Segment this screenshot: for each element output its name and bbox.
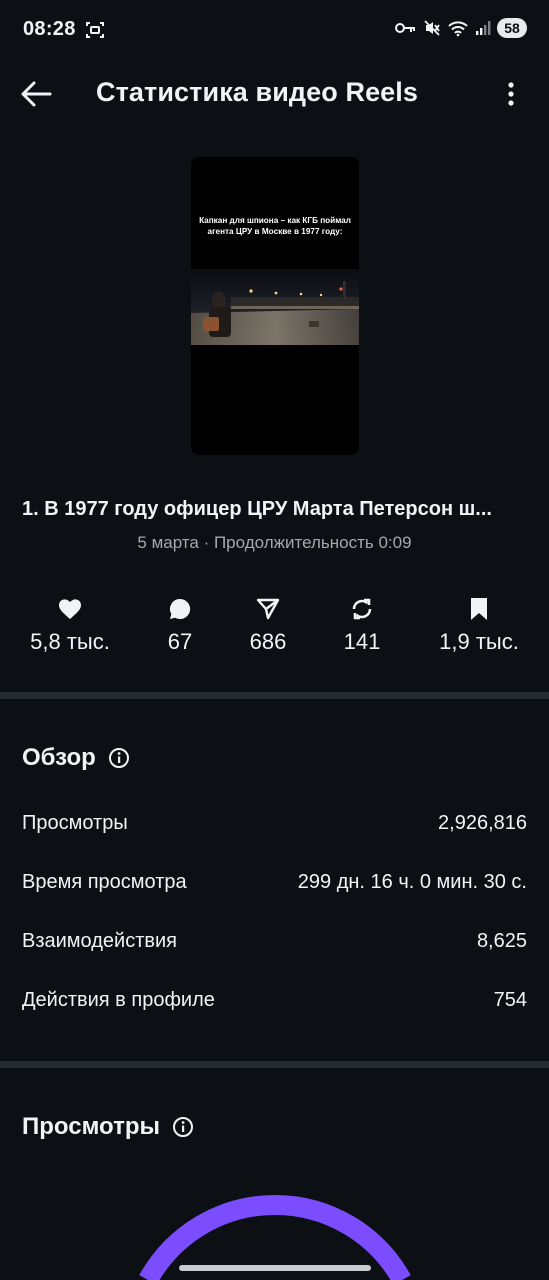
screenshot-icon	[85, 20, 105, 40]
saves-count: 1,9 тыс.	[439, 629, 519, 654]
views-heading: Просмотры	[22, 1113, 194, 1141]
mute-icon	[423, 19, 441, 37]
info-icon[interactable]	[108, 747, 130, 769]
info-icon[interactable]	[172, 1116, 194, 1138]
comment-icon	[169, 598, 191, 619]
wifi-icon	[447, 19, 469, 37]
key-icon	[395, 21, 417, 35]
arrow-left-icon	[21, 81, 52, 107]
more-vertical-icon	[508, 82, 514, 106]
thumbnail-photo	[191, 269, 359, 345]
video-title: 1. В 1977 году офицер ЦРУ Марта Петерсон…	[22, 498, 492, 520]
reposts-count: 141	[343, 629, 381, 654]
section-divider	[0, 692, 549, 699]
row-value: 299 дн. 16 ч. 0 мин. 30 с.	[297, 871, 527, 893]
battery-indicator: 58	[497, 18, 527, 38]
status-bar: 08:28 58	[0, 0, 549, 60]
back-button[interactable]	[18, 76, 56, 112]
status-icons: 58	[395, 18, 527, 38]
video-thumbnail[interactable]: Капкан для шпиона – как КГБ поймал агент…	[191, 157, 359, 455]
metric-saves: 1,9 тыс.	[419, 596, 539, 655]
app-header: Статистика видео Reels	[0, 62, 549, 126]
metric-reposts: 141	[302, 596, 422, 655]
section-divider	[0, 1061, 549, 1068]
likes-count: 5,8 тыс.	[30, 629, 110, 654]
row-label: Взаимодействия	[22, 930, 177, 952]
row-value: 2,926,816	[438, 812, 527, 834]
thumbnail-caption: Капкан для шпиона – как КГБ поймал агент…	[199, 216, 351, 236]
row-label: Просмотры	[22, 812, 128, 834]
metric-likes: 5,8 тыс.	[10, 596, 130, 655]
overview-row-views: Просмотры 2,926,816	[22, 812, 527, 842]
more-options-button[interactable]	[503, 80, 519, 110]
overview-title: Обзор	[22, 744, 96, 771]
row-value: 754	[493, 989, 527, 1011]
share-icon	[256, 598, 280, 620]
row-value: 8,625	[476, 930, 527, 952]
home-indicator[interactable]	[179, 1265, 371, 1271]
page-title: Статистика видео Reels	[96, 77, 419, 107]
engagement-metrics: 5,8 тыс. 67 686 141 1,9 тыс.	[0, 596, 549, 666]
views-title: Просмотры	[22, 1113, 161, 1140]
overview-row-interactions: Взаимодействия 8,625	[22, 930, 527, 960]
bookmark-icon	[471, 598, 487, 620]
signal-icon	[475, 20, 491, 36]
heart-icon	[59, 599, 81, 619]
row-label: Время просмотра	[22, 871, 187, 893]
overview-row-watch-time: Время просмотра 299 дн. 16 ч. 0 мин. 30 …	[22, 871, 527, 901]
overview-row-profile-actions: Действия в профиле 754	[22, 989, 527, 1019]
repost-icon	[352, 598, 372, 620]
status-time: 08:28	[23, 18, 76, 40]
video-meta: 5 марта · Продолжительность 0:09	[137, 533, 412, 552]
overview-heading: Обзор	[22, 744, 130, 772]
row-label: Действия в профиле	[22, 989, 215, 1011]
